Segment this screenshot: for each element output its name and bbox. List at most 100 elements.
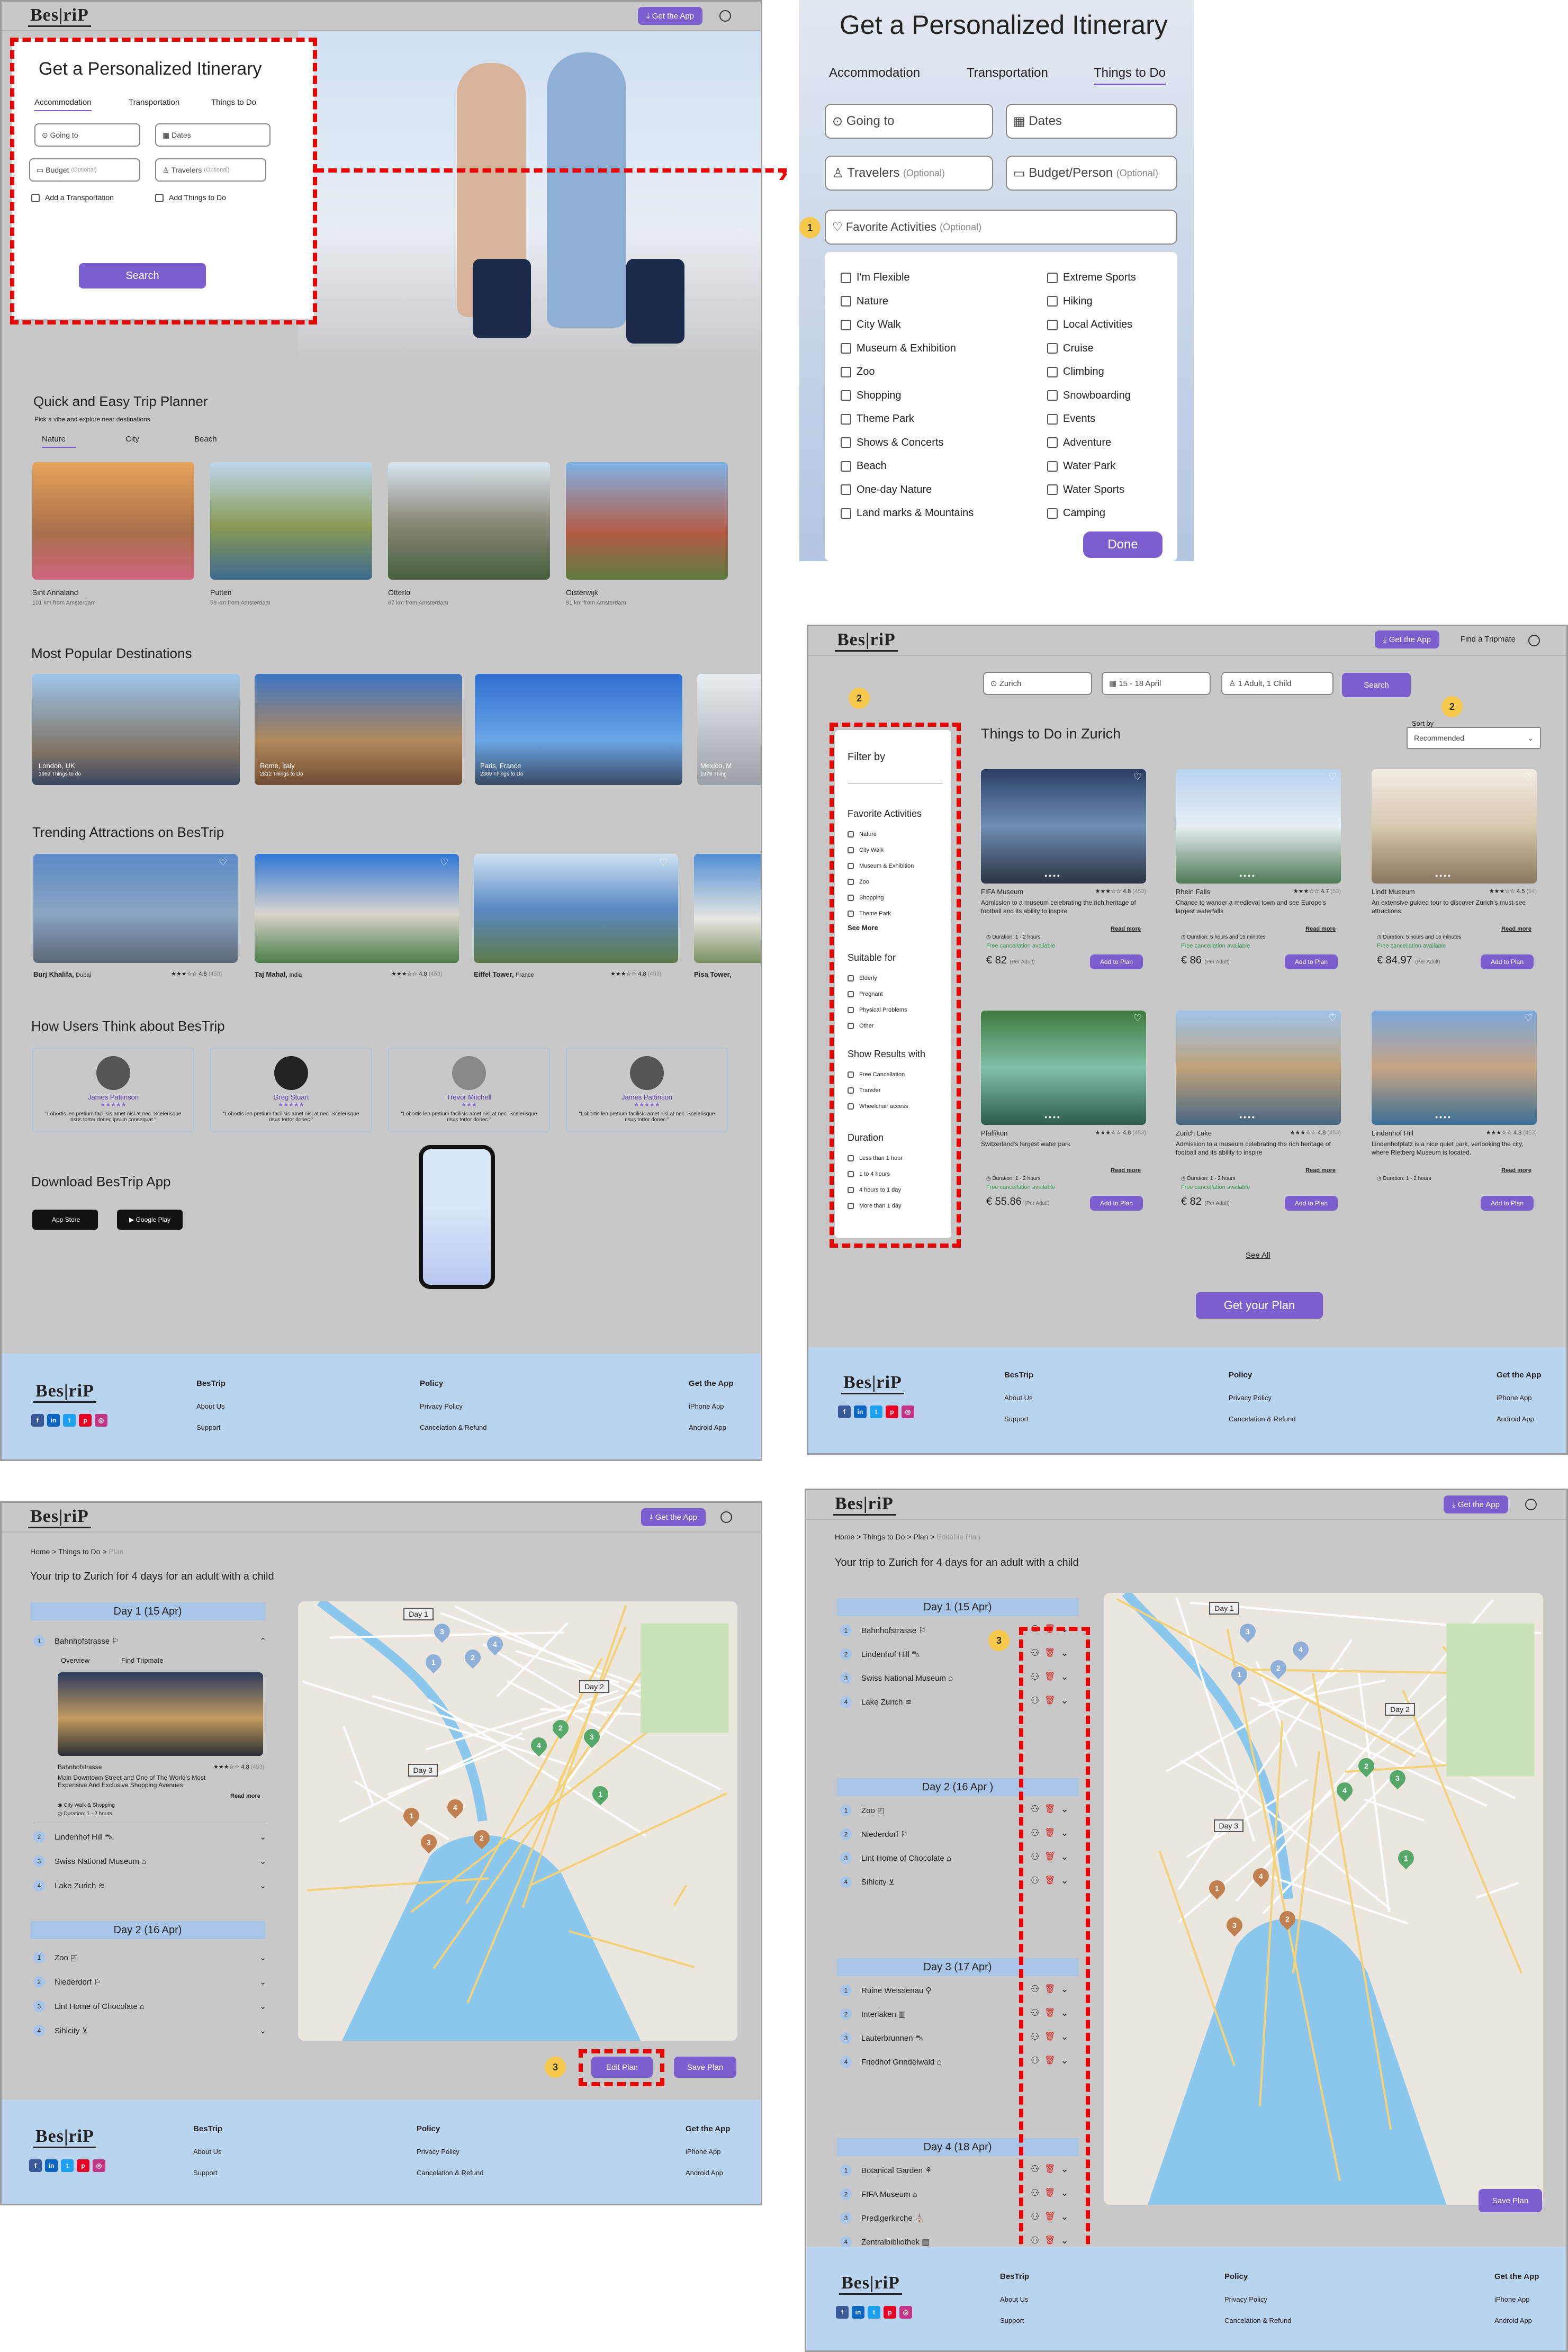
going-to-input[interactable]: ⊙ Going to: [825, 104, 993, 139]
map-canvas[interactable]: [298, 1601, 737, 2041]
filter-option[interactable]: Shopping: [848, 890, 914, 906]
footer-link-iphone[interactable]: iPhone App: [686, 2148, 721, 2156]
user-icon[interactable]: [1525, 1499, 1537, 1510]
activity-option[interactable]: One-day Nature: [841, 478, 974, 502]
chevron-up-icon[interactable]: ⌃: [259, 1636, 266, 1646]
read-more-link[interactable]: Read more: [1305, 1167, 1336, 1174]
get-app-button[interactable]: ⤓ Get the App: [1444, 1495, 1508, 1513]
footer-link-support[interactable]: Support: [196, 1423, 221, 1431]
near-card[interactable]: [210, 462, 372, 580]
activity-option[interactable]: Camping: [1047, 501, 1136, 525]
find-tripmate-link[interactable]: Find a Tripmate: [1461, 635, 1516, 644]
filter-option[interactable]: Elderly: [848, 970, 907, 986]
trending-card[interactable]: [694, 854, 762, 963]
plan-item[interactable]: 1 Zoo ◰: [840, 1805, 1020, 1816]
pinterest-icon[interactable]: p: [886, 1405, 898, 1418]
activity-option[interactable]: Shows & Concerts: [841, 431, 974, 455]
activity-option[interactable]: Snowboarding: [1047, 384, 1136, 408]
filter-option[interactable]: Zoo: [848, 874, 914, 890]
plan-item[interactable]: 3 Predigerkirche ⛪: [840, 2212, 1020, 2224]
trending-card[interactable]: [255, 854, 459, 963]
near-card[interactable]: [32, 462, 194, 580]
activity-option[interactable]: Cruise: [1047, 337, 1136, 361]
footer-link-android[interactable]: Android App: [1497, 1415, 1534, 1423]
heart-icon[interactable]: ♡: [1328, 771, 1337, 782]
logo[interactable]: Bes|riP: [833, 1494, 896, 1516]
filter-option[interactable]: Transfer: [848, 1083, 908, 1098]
read-more-link[interactable]: Read more: [1111, 1167, 1141, 1174]
trending-card[interactable]: [33, 854, 238, 963]
filter-option[interactable]: Theme Park: [848, 906, 914, 922]
vibe-city[interactable]: City: [125, 435, 139, 444]
activity-option[interactable]: Extreme Sports: [1047, 266, 1136, 290]
filter-option[interactable]: 4 hours to 1 day: [848, 1182, 903, 1198]
plan-item[interactable]: 3 Lint Home of Chocolate ⌂: [840, 1852, 1020, 1864]
filter-option[interactable]: Physical Problems: [848, 1002, 907, 1018]
activity-option[interactable]: Hiking: [1047, 290, 1136, 313]
tab-overview[interactable]: Overview: [61, 1656, 89, 1664]
tab-things-to-do[interactable]: Things to Do: [211, 98, 256, 107]
activity-option[interactable]: Events: [1047, 407, 1136, 431]
footer-link-cancel[interactable]: Cancelation & Refund: [420, 1423, 486, 1431]
activity-option[interactable]: Adventure: [1047, 431, 1136, 455]
twitter-icon[interactable]: t: [63, 1414, 76, 1427]
filter-option[interactable]: Other: [848, 1018, 907, 1034]
read-more-link[interactable]: Read more: [1501, 926, 1531, 932]
carousel-dots[interactable]: ● ● ● ●: [1044, 1114, 1060, 1120]
tab-things-to-do[interactable]: Things to Do: [1094, 66, 1166, 85]
add-transport-checkbox[interactable]: Add a Transportation: [31, 193, 114, 202]
favorite-activities-input[interactable]: ♡ Favorite Activities (Optional): [825, 210, 1177, 245]
heart-icon[interactable]: ♡: [1133, 771, 1142, 782]
vibe-beach[interactable]: Beach: [194, 435, 217, 444]
activity-option[interactable]: Water Sports: [1047, 478, 1136, 502]
activity-option[interactable]: Museum & Exhibition: [841, 337, 974, 361]
heart-icon[interactable]: ♡: [1524, 771, 1533, 782]
footer-link-about[interactable]: About Us: [1000, 2295, 1028, 2303]
plan-item[interactable]: 1 Bahnhofstrasse ⚐ ⌃: [33, 1635, 266, 1647]
near-card[interactable]: [388, 462, 550, 580]
add-things-checkbox[interactable]: Add Things to Do: [155, 193, 226, 202]
search-people-input[interactable]: ♙ 1 Adult, 1 Child: [1221, 672, 1333, 695]
facebook-icon[interactable]: f: [838, 1405, 851, 1418]
footer-link-support[interactable]: Support: [1004, 1415, 1029, 1423]
carousel-dots[interactable]: ● ● ● ●: [1239, 873, 1255, 878]
search-place-input[interactable]: ⊙ Zurich: [983, 672, 1092, 695]
chevron-down-icon[interactable]: ⌄: [259, 2002, 266, 2011]
footer-link-privacy[interactable]: Privacy Policy: [1224, 2295, 1267, 2303]
plan-item[interactable]: 4 Sihlcity ⊻: [840, 1876, 1020, 1888]
plan-item[interactable]: 2 Niederdorf ⚐ ⌄: [33, 1976, 266, 1988]
search-button[interactable]: Search: [1342, 673, 1411, 697]
carousel-dots[interactable]: ● ● ● ●: [1239, 1114, 1255, 1120]
tab-accommodation[interactable]: Accommodation: [829, 66, 920, 80]
carousel-dots[interactable]: ● ● ● ●: [1435, 873, 1450, 878]
plan-item[interactable]: 2 Lindenhof Hill ⛍: [840, 1648, 1020, 1660]
search-button[interactable]: Search: [79, 263, 206, 289]
footer-link-cancel[interactable]: Cancelation & Refund: [1224, 2317, 1291, 2324]
travelers-input[interactable]: ♙ Travelers (Optional): [825, 156, 993, 191]
user-icon[interactable]: [720, 1511, 732, 1523]
carousel-dots[interactable]: ● ● ● ●: [1435, 1114, 1450, 1120]
pinterest-icon[interactable]: p: [79, 1414, 92, 1427]
plan-item[interactable]: 2 Interlaken ▥: [840, 2008, 1020, 2020]
heart-icon[interactable]: ♡: [1133, 1013, 1142, 1024]
instagram-icon[interactable]: ◎: [899, 2306, 912, 2319]
twitter-icon[interactable]: t: [868, 2306, 880, 2319]
facebook-icon[interactable]: f: [31, 1414, 44, 1427]
plan-item[interactable]: 3 Lint Home of Chocolate ⌂ ⌄: [33, 2000, 266, 2012]
filter-option[interactable]: 1 to 4 hours: [848, 1166, 903, 1182]
plan-item[interactable]: 4 Sihlcity ⊻ ⌄: [33, 2025, 266, 2036]
activity-option[interactable]: I'm Flexible: [841, 266, 974, 290]
footer-link-android[interactable]: Android App: [1494, 2317, 1532, 2324]
twitter-icon[interactable]: t: [61, 2159, 74, 2172]
pinterest-icon[interactable]: p: [77, 2159, 89, 2172]
read-more-link[interactable]: Read more: [1305, 926, 1336, 932]
filter-option[interactable]: City Walk: [848, 842, 914, 858]
dates-input[interactable]: ▦ Dates: [1006, 104, 1177, 139]
footer-link-privacy[interactable]: Privacy Policy: [417, 2148, 459, 2156]
activity-option[interactable]: Zoo: [841, 360, 974, 384]
travelers-input[interactable]: ♙ Travelers (Optional): [155, 158, 266, 182]
footer-link-privacy[interactable]: Privacy Policy: [1229, 1394, 1272, 1402]
facebook-icon[interactable]: f: [29, 2159, 42, 2172]
plan-item[interactable]: 3 Swiss National Museum ⌂: [840, 1672, 1020, 1684]
vibe-nature[interactable]: Nature: [42, 435, 76, 448]
